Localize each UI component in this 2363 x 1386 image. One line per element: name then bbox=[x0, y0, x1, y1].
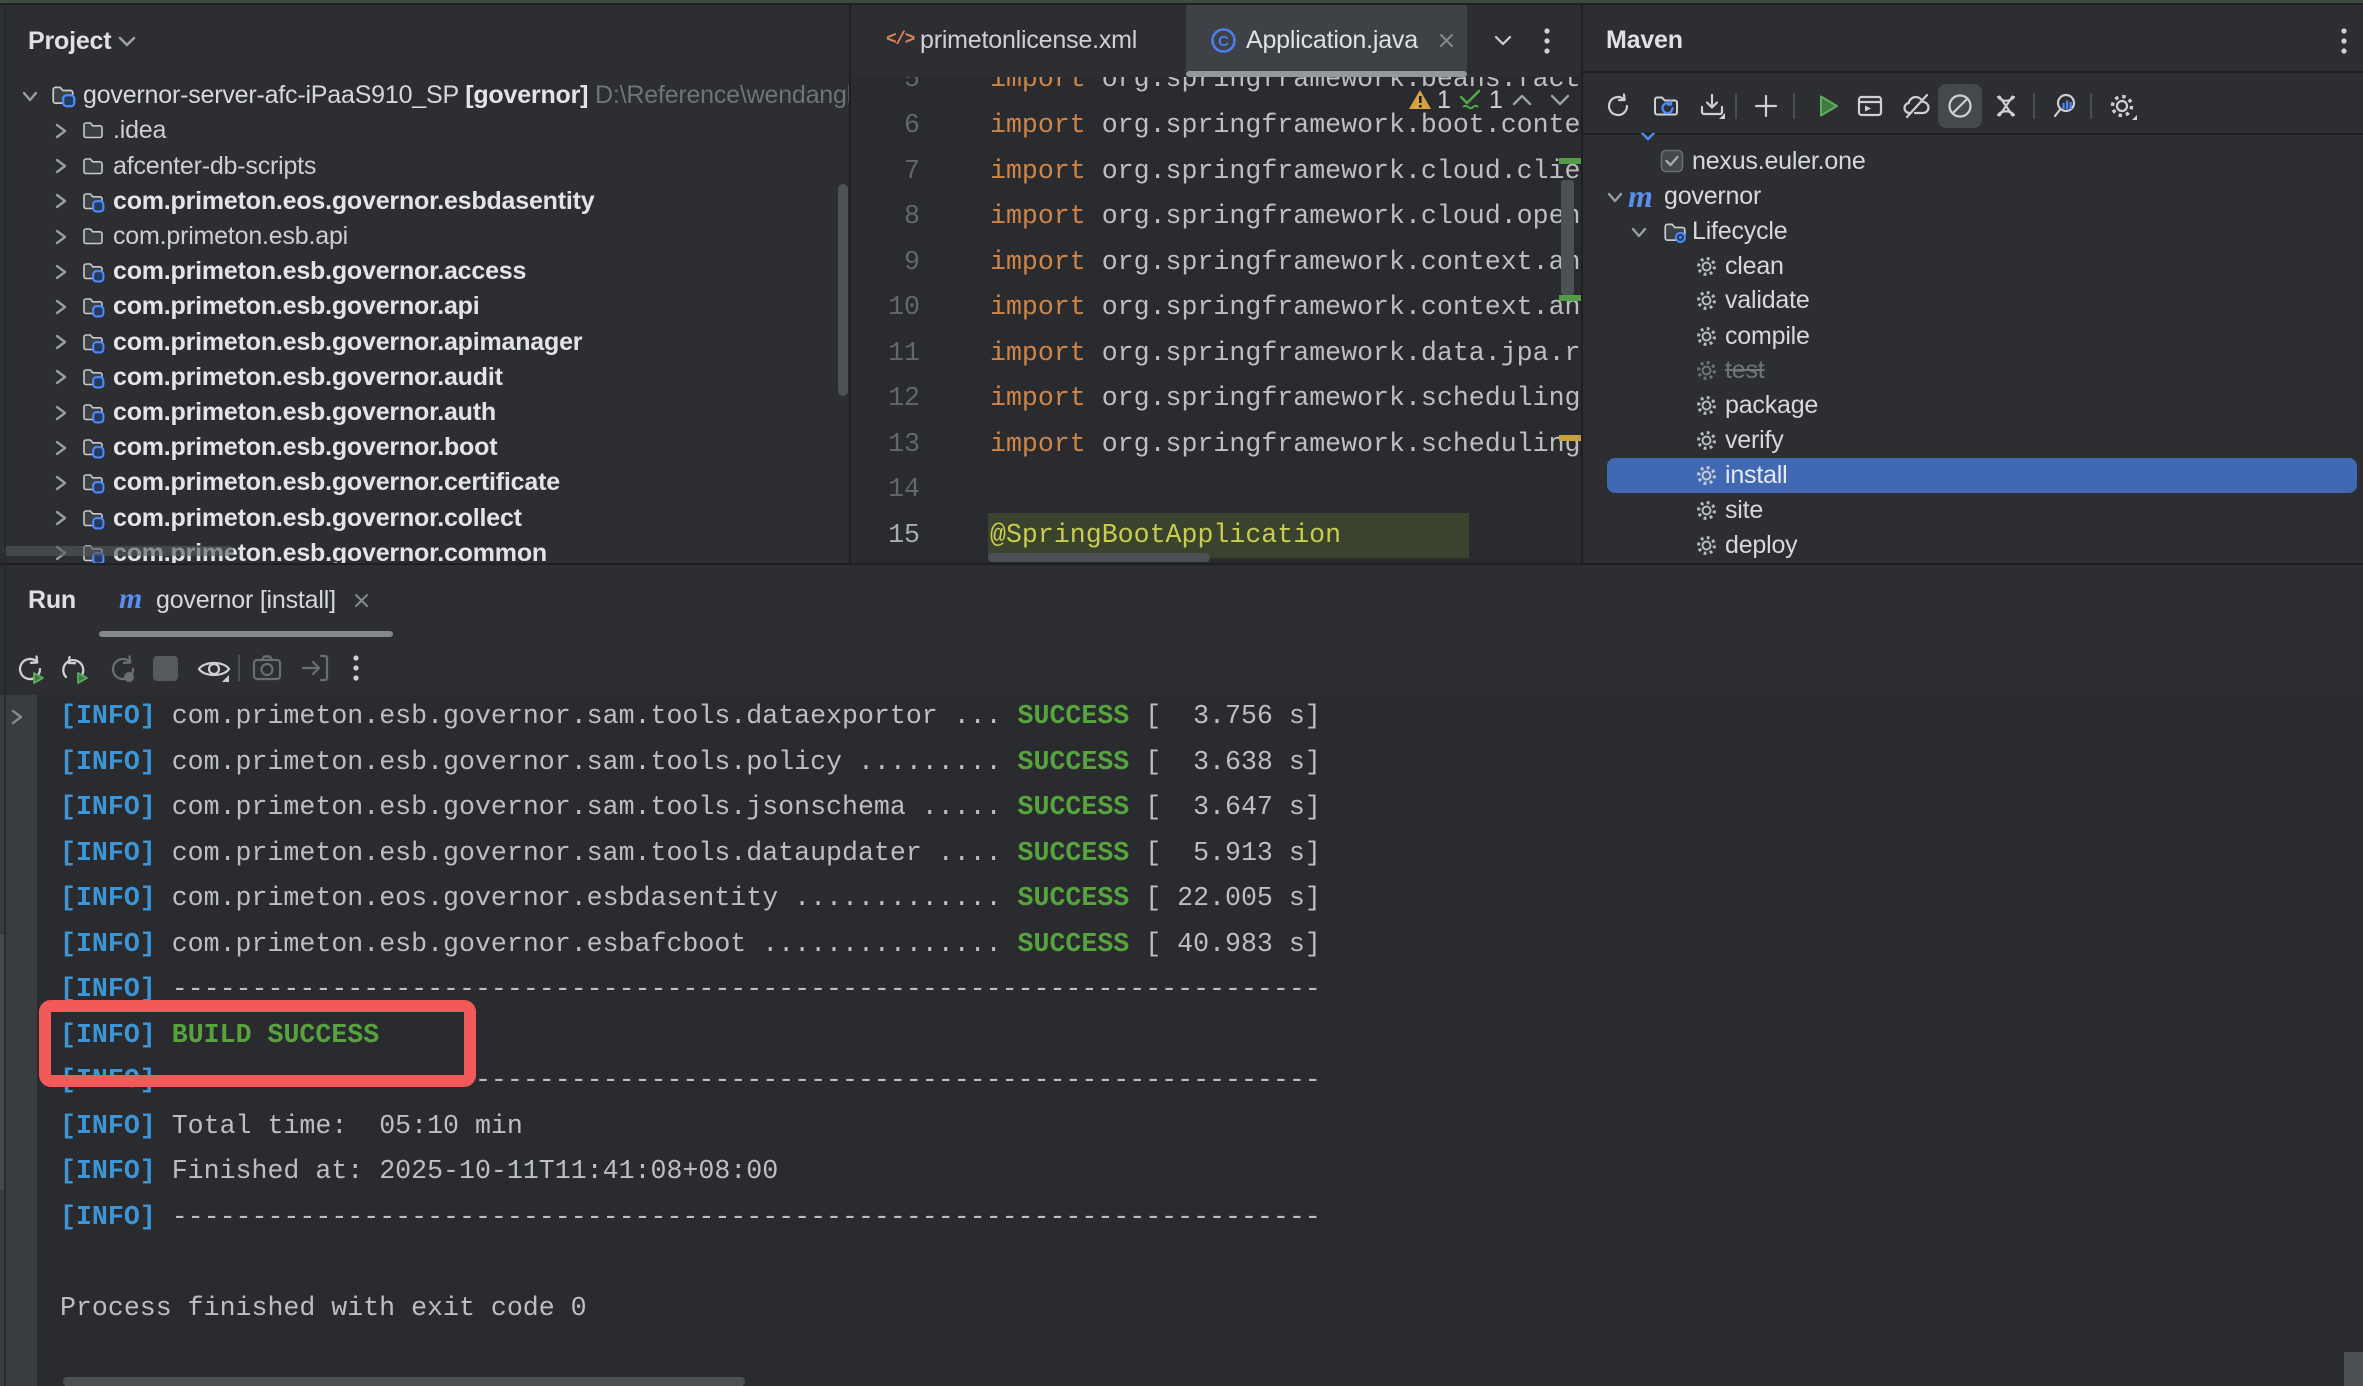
svg-text:C: C bbox=[1218, 33, 1229, 50]
